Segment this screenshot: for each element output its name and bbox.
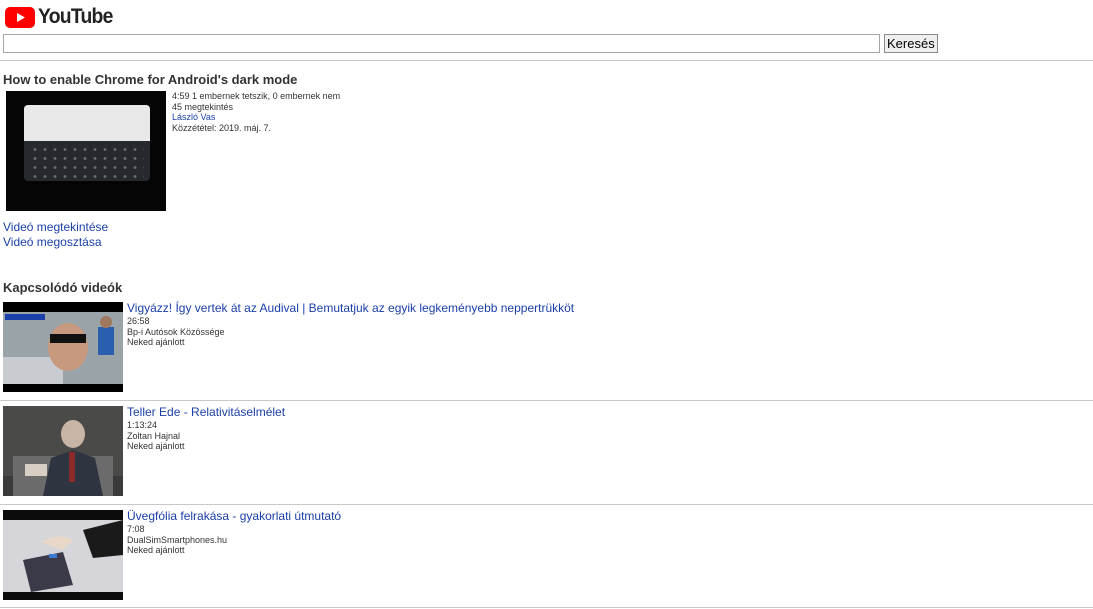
search-input[interactable] xyxy=(3,34,880,53)
related-channel: Zoltan Hajnal xyxy=(127,430,181,441)
youtube-logo[interactable]: YouTube xyxy=(5,5,119,29)
video-published: Közzététel: 2019. máj. 7. xyxy=(172,122,272,133)
related-divider xyxy=(0,607,1093,608)
video-views: 45 megtekintés xyxy=(172,101,234,112)
related-item: Vigyázz! Így vertek át az Audival | Bemu… xyxy=(127,301,574,348)
related-divider xyxy=(0,504,1093,505)
youtube-play-icon xyxy=(5,6,35,28)
thumbnail-image xyxy=(24,105,150,181)
related-duration: 26:58 xyxy=(127,316,150,326)
thumbnail-image xyxy=(3,302,123,392)
related-thumbnail[interactable] xyxy=(3,510,123,600)
related-divider xyxy=(0,400,1093,401)
related-duration: 1:13:24 xyxy=(127,420,158,430)
video-title: How to enable Chrome for Android's dark … xyxy=(3,72,298,87)
related-thumbnail[interactable] xyxy=(3,406,123,496)
related-duration: 7:08 xyxy=(127,524,145,534)
related-tag: Neked ajánlott xyxy=(127,441,185,452)
related-item: Üvegfólia felrakása - gyakorlati útmutat… xyxy=(127,509,341,556)
related-thumbnail[interactable] xyxy=(3,302,123,392)
thumbnail-image xyxy=(3,406,123,496)
watch-video-link[interactable]: Videó megtekintése xyxy=(3,220,108,234)
related-title-link[interactable]: Teller Ede - Relativitáselmélet xyxy=(127,405,285,420)
related-heading: Kapcsolódó videók xyxy=(3,280,123,295)
header-divider xyxy=(0,60,1093,61)
related-channel: DualSimSmartphones.hu xyxy=(127,534,228,545)
related-tag: Neked ajánlott xyxy=(127,337,185,348)
channel-link[interactable]: László Vas xyxy=(172,112,215,122)
related-title-link[interactable]: Üvegfólia felrakása - gyakorlati útmutat… xyxy=(127,509,341,524)
video-duration: 4:59 xyxy=(172,91,190,101)
search-bar: Keresés xyxy=(3,34,938,53)
thumbnail-image xyxy=(3,510,123,600)
video-stats-line: 4:59 1 embernek tetszik, 0 embernek nem xyxy=(172,91,340,102)
share-video-link[interactable]: Videó megosztása xyxy=(3,235,102,249)
related-item: Teller Ede - Relativitáselmélet 1:13:24 … xyxy=(127,405,285,452)
related-tag: Neked ajánlott xyxy=(127,545,185,556)
logo-text: YouTube xyxy=(38,5,113,28)
video-thumbnail[interactable] xyxy=(6,91,166,211)
video-likes: 1 embernek tetszik, 0 embernek nem xyxy=(192,91,341,101)
related-title-link[interactable]: Vigyázz! Így vertek át az Audival | Bemu… xyxy=(127,301,574,316)
search-button[interactable]: Keresés xyxy=(884,34,938,53)
video-meta: 4:59 1 embernek tetszik, 0 embernek nem … xyxy=(172,91,340,133)
related-channel: Bp-i Autósok Közössége xyxy=(127,326,225,337)
